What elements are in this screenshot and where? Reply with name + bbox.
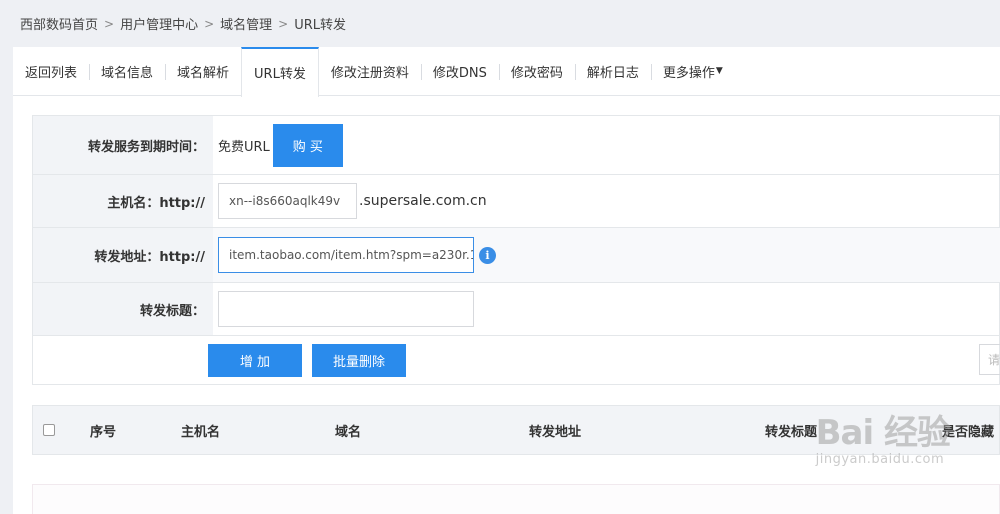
tab-domain-info[interactable]: 域名信息 bbox=[89, 47, 165, 96]
host-input[interactable]: xn--i8s660aqlk49v bbox=[218, 183, 357, 219]
host-domain-suffix: .supersale.com.cn bbox=[359, 193, 487, 209]
expire-label: 转发服务到期时间： bbox=[33, 116, 213, 174]
watermark: Bai 经验 jingyan.baidu.com bbox=[815, 405, 951, 467]
host-label: 主机名：http:// bbox=[33, 175, 213, 227]
tab-bar: 返回列表 域名信息 域名解析 URL转发 修改注册资料 修改DNS 修改密码 解… bbox=[13, 46, 1000, 97]
breadcrumb: 西部数码首页 > 用户管理中心 > 域名管理 > URL转发 bbox=[0, 0, 1000, 47]
breadcrumb-domain-management[interactable]: 域名管理 bbox=[220, 14, 272, 33]
tab-edit-dns[interactable]: 修改DNS bbox=[420, 47, 499, 96]
host-row: 主机名：http:// xn--i8s660aqlk49v .supersale… bbox=[33, 175, 1000, 228]
batch-delete-button[interactable]: 批量删除 bbox=[312, 344, 406, 377]
buy-button[interactable]: 购 买 bbox=[272, 123, 343, 167]
breadcrumb-separator: > bbox=[278, 16, 289, 31]
title-label: 转发标题： bbox=[33, 283, 213, 335]
tab-more-actions[interactable]: 更多操作 ▼ bbox=[650, 47, 735, 96]
url-label: 转发地址：http:// bbox=[33, 228, 213, 282]
breadcrumb-separator: > bbox=[104, 16, 115, 31]
forward-title-input[interactable] bbox=[218, 291, 474, 327]
col-host: 主机名 bbox=[181, 424, 221, 440]
tab-back-to-list[interactable]: 返回列表 bbox=[13, 47, 89, 96]
col-forward-url: 转发地址 bbox=[529, 424, 582, 440]
title-row: 转发标题： bbox=[33, 283, 1000, 336]
select-all-checkbox[interactable] bbox=[43, 424, 55, 436]
breadcrumb-user-center[interactable]: 用户管理中心 bbox=[120, 14, 198, 33]
watermark-url: jingyan.baidu.com bbox=[815, 452, 945, 467]
col-index: 序号 bbox=[90, 424, 117, 440]
expire-value: 免费URL bbox=[218, 139, 270, 155]
col-domain: 域名 bbox=[335, 424, 362, 440]
url-row: 转发地址：http:// item.taobao.com/item.htm?sp… bbox=[33, 228, 1000, 283]
col-forward-title: 转发标题 bbox=[765, 424, 818, 440]
breadcrumb-home[interactable]: 西部数码首页 bbox=[20, 14, 98, 33]
info-icon[interactable]: i bbox=[479, 246, 496, 264]
tab-url-forward[interactable]: URL转发 bbox=[241, 46, 319, 97]
tab-edit-registration[interactable]: 修改注册资料 bbox=[319, 47, 421, 96]
add-button[interactable]: 增 加 bbox=[208, 344, 302, 377]
tab-resolve-log[interactable]: 解析日志 bbox=[574, 47, 651, 96]
breadcrumb-separator: > bbox=[204, 16, 215, 31]
tab-domain-resolve[interactable]: 域名解析 bbox=[165, 47, 241, 96]
tab-edit-password[interactable]: 修改密码 bbox=[498, 47, 575, 96]
search-input[interactable]: 请 bbox=[979, 344, 1000, 375]
breadcrumb-url-forward: URL转发 bbox=[294, 18, 347, 33]
watermark-brand: Bai 经验 bbox=[815, 413, 951, 453]
forward-url-input[interactable]: item.taobao.com/item.htm?spm=a230r.1.14 bbox=[218, 237, 474, 273]
actions-row: 增 加 批量删除 请 bbox=[33, 336, 1000, 384]
tab-more-actions-label: 更多操作 bbox=[662, 65, 715, 81]
url-forward-form: 转发服务到期时间： 免费URL 购 买 主机名：http:// xn--i8s6… bbox=[32, 115, 1000, 385]
caret-down-icon: ▼ bbox=[715, 66, 723, 76]
table-body bbox=[32, 484, 1000, 514]
expire-row: 转发服务到期时间： 免费URL 购 买 bbox=[33, 116, 1000, 175]
